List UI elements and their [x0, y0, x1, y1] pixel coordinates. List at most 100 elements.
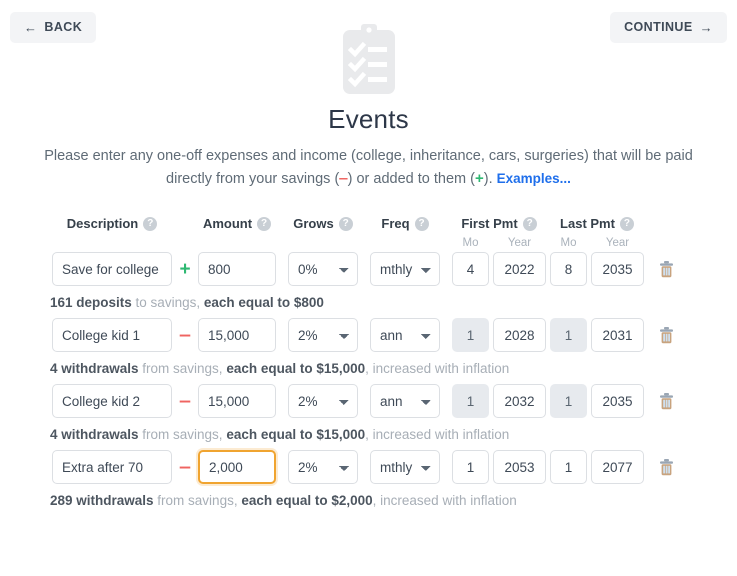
summary-each: each equal to $15,000 — [226, 426, 366, 442]
sign-icon: + — [179, 258, 191, 280]
amount-cell — [196, 450, 278, 484]
last-pmt-month-input[interactable] — [550, 318, 587, 352]
first-pmt-month-input[interactable] — [452, 318, 489, 352]
last-pmt-year-input[interactable] — [591, 252, 644, 286]
first-pmt-year-input[interactable] — [493, 252, 546, 286]
help-icon-last-pmt[interactable]: ? — [619, 216, 634, 231]
grows-cell: 0%1%2%3% — [286, 450, 360, 484]
sign-cell: ‒ — [174, 326, 196, 345]
table-body: + 0%1%2%3% mthlyann — [0, 249, 737, 513]
sign-cell: + — [174, 260, 196, 279]
last-pmt-month-input[interactable] — [550, 450, 587, 484]
first-year-cell — [491, 450, 548, 484]
first-pmt-year-input[interactable] — [493, 318, 546, 352]
last-mo-cell — [548, 252, 589, 286]
delete-cell — [646, 326, 686, 344]
last-pmt-month-input[interactable] — [550, 252, 587, 286]
summary-mid: from savings, — [138, 426, 227, 442]
delete-cell — [646, 392, 686, 410]
help-icon-amount[interactable]: ? — [257, 216, 272, 231]
description-input[interactable] — [52, 450, 172, 484]
first-year-cell — [491, 384, 548, 418]
last-pmt-month-input[interactable] — [550, 384, 587, 418]
column-header-first-pmt-label: First Pmt — [461, 216, 518, 231]
delete-cell — [646, 458, 686, 476]
table-header-row: Description ? Amount ? Grows ? Freq ? Fi… — [0, 205, 737, 231]
sign-cell: ‒ — [174, 458, 196, 477]
column-header-last-pmt-label: Last Pmt — [560, 216, 615, 231]
freq-cell: mthlyann — [368, 384, 442, 418]
subtitle-text-3: ). — [483, 170, 497, 187]
description-input[interactable] — [52, 252, 172, 286]
description-cell — [50, 450, 174, 484]
last-pmt-year-input[interactable] — [591, 384, 644, 418]
arrow-right-icon: → — [699, 20, 713, 35]
events-table: Description ? Amount ? Grows ? Freq ? Fi… — [0, 205, 737, 513]
first-mo-cell — [450, 384, 491, 418]
first-pmt-year-input[interactable] — [493, 450, 546, 484]
first-year-cell — [491, 318, 548, 352]
freq-select[interactable]: mthlyann — [370, 384, 440, 418]
last-pmt-year-input[interactable] — [591, 450, 644, 484]
first-pmt-month-input[interactable] — [452, 450, 489, 484]
trash-icon[interactable] — [659, 260, 674, 278]
examples-link[interactable]: Examples... — [497, 171, 571, 186]
freq-select[interactable]: mthlyann — [370, 450, 440, 484]
description-input[interactable] — [52, 384, 172, 418]
help-icon-description[interactable]: ? — [143, 216, 158, 231]
help-icon-first-pmt[interactable]: ? — [522, 216, 537, 231]
sublabel-last-year: Year — [605, 237, 630, 249]
amount-input[interactable] — [198, 252, 276, 286]
first-pmt-year-input[interactable] — [493, 384, 546, 418]
table-row: ‒ 0%1%2%3% mthlyann — [0, 381, 737, 421]
description-cell — [50, 318, 174, 352]
amount-input[interactable] — [198, 450, 276, 484]
summary-each: each equal to $15,000 — [226, 360, 366, 376]
freq-select[interactable]: mthlyann — [370, 252, 440, 286]
sign-icon: ‒ — [179, 456, 191, 478]
column-header-freq: Freq ? — [368, 216, 442, 231]
freq-cell: mthlyann — [368, 318, 442, 352]
summary-each: each equal to $800 — [203, 294, 324, 310]
description-input[interactable] — [52, 318, 172, 352]
grows-select[interactable]: 0%1%2%3% — [288, 318, 358, 352]
back-button-label: BACK — [44, 20, 83, 35]
last-pmt-year-input[interactable] — [591, 318, 644, 352]
freq-cell: mthlyann — [368, 450, 442, 484]
page-subtitle: Please enter any one-off expenses and in… — [24, 146, 714, 191]
sublabel-first-mo: Mo — [462, 237, 479, 249]
sublabel-first-year: Year — [507, 237, 532, 249]
first-pmt-month-input[interactable] — [452, 384, 489, 418]
sign-icon: ‒ — [179, 324, 191, 346]
trash-icon[interactable] — [659, 458, 674, 476]
grows-select[interactable]: 0%1%2%3% — [288, 450, 358, 484]
help-icon-freq[interactable]: ? — [414, 216, 429, 231]
continue-button[interactable]: CONTINUE → — [610, 12, 727, 43]
back-button[interactable]: ← BACK — [10, 12, 97, 43]
subtitle-text-2: ) or added to them ( — [347, 170, 475, 187]
column-header-grows: Grows ? — [286, 216, 360, 231]
arrow-left-icon: ← — [24, 20, 38, 35]
first-year-cell — [491, 252, 548, 286]
column-header-amount-label: Amount — [202, 216, 253, 231]
summary-each: each equal to $2,000 — [241, 492, 373, 508]
continue-button-label: CONTINUE — [624, 20, 693, 35]
amount-input[interactable] — [198, 318, 276, 352]
description-cell — [50, 252, 174, 286]
last-mo-cell — [548, 450, 589, 484]
column-header-freq-label: Freq — [381, 216, 410, 231]
grows-select[interactable]: 0%1%2%3% — [288, 252, 358, 286]
table-row: ‒ 0%1%2%3% mthlyann — [0, 447, 737, 487]
trash-icon[interactable] — [659, 392, 674, 410]
amount-cell — [196, 252, 278, 286]
summary-tail: , increased with inflation — [365, 426, 510, 442]
row-summary: 4 withdrawals from savings, each equal t… — [0, 355, 737, 381]
amount-input[interactable] — [198, 384, 276, 418]
help-icon-grows[interactable]: ? — [338, 216, 353, 231]
freq-select[interactable]: mthlyann — [370, 318, 440, 352]
grows-select[interactable]: 0%1%2%3% — [288, 384, 358, 418]
trash-icon[interactable] — [659, 326, 674, 344]
column-header-first-pmt: First Pmt ? — [450, 216, 548, 231]
sign-icon: ‒ — [179, 390, 191, 412]
first-pmt-month-input[interactable] — [452, 252, 489, 286]
